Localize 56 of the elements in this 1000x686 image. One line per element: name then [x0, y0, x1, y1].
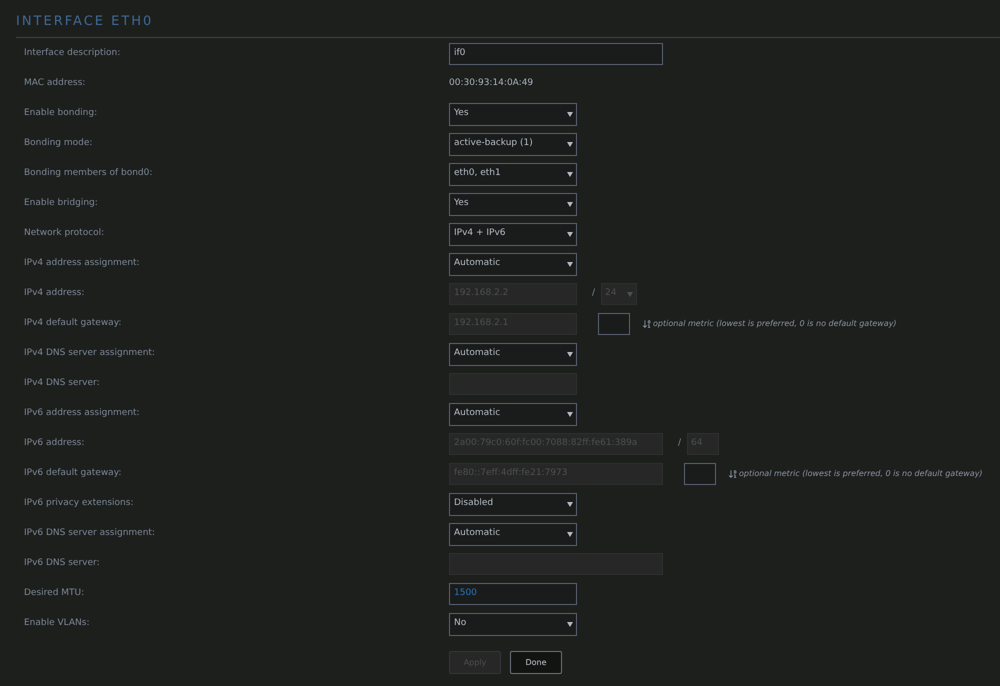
caret-icon [567, 532, 573, 536]
field-label: IPv4 address assignment: [24, 257, 141, 270]
done-button[interactable]: Done [510, 651, 562, 674]
field-label: Desired MTU: [24, 587, 86, 600]
caret-icon [567, 232, 573, 236]
caret-icon [567, 112, 573, 116]
metric-field[interactable] [684, 463, 716, 485]
field-label: IPv6 default gateway: [24, 467, 122, 480]
sort-icon [728, 469, 738, 479]
metric-hint: optional metric (lowest is preferred, 0 is no default gateway) [739, 468, 983, 480]
field-label: Bonding members of bond0: [24, 167, 154, 180]
dropdown[interactable]: Automatic [449, 252, 577, 276]
field-label: IPv4 DNS server: [24, 377, 101, 390]
caret-icon [567, 502, 573, 506]
caret-icon [567, 412, 573, 416]
field-label: IPv6 privacy extensions: [24, 497, 134, 510]
caret-icon [567, 142, 573, 146]
dropdown[interactable]: Automatic [449, 402, 577, 426]
field-label: IPv6 DNS server assignment: [24, 527, 156, 540]
slash-separator: / [592, 287, 596, 300]
field-label: IPv6 DNS server: [24, 557, 101, 570]
field-label: IPv4 address: [24, 287, 86, 300]
caret-icon [567, 202, 573, 206]
dropdown[interactable]: Yes [449, 102, 577, 126]
field-label: Enable bonding: [24, 107, 98, 120]
field-label: IPv6 address assignment: [24, 407, 141, 420]
metric-hint: optional metric (lowest is preferred, 0 is no default gateway) [653, 318, 897, 330]
caret-icon [567, 352, 573, 356]
field-label: MAC address: [24, 77, 86, 90]
slash-separator: / [678, 437, 682, 450]
metric-field[interactable] [598, 313, 630, 335]
caret-icon [567, 262, 573, 266]
dropdown[interactable]: Automatic [449, 342, 577, 366]
field-label: Enable VLANs: [24, 617, 91, 630]
caret-icon [567, 172, 573, 176]
sort-icon [642, 319, 652, 329]
dropdown[interactable]: No [449, 612, 577, 636]
dropdown[interactable]: Automatic [449, 522, 577, 546]
input-field[interactable]: 1500 [449, 583, 577, 605]
field-label: IPv4 DNS server assignment: [24, 347, 156, 360]
dropdown[interactable]: Yes [449, 192, 577, 216]
page-title: INTERFACE ETH0 [16, 13, 154, 31]
field-label: IPv6 address: [24, 437, 86, 450]
field-label: Interface description: [24, 47, 122, 60]
field-label: Bonding mode: [24, 137, 94, 150]
dropdown[interactable]: active-backup (1) [449, 132, 577, 156]
dropdown[interactable]: eth0, eth1 [449, 162, 577, 186]
dropdown[interactable]: IPv4 + IPv6 [449, 222, 577, 246]
dropdown[interactable]: Disabled [449, 492, 577, 516]
mac-address-value: 00:30:93:14:0A:49 [449, 77, 534, 90]
field-label: Enable bridging: [24, 197, 99, 210]
field-label: IPv4 default gateway: [24, 317, 122, 330]
input-field[interactable]: if0 [449, 43, 663, 65]
field-label: Network protocol: [24, 227, 106, 240]
caret-icon [627, 292, 634, 296]
caret-icon [567, 622, 573, 626]
